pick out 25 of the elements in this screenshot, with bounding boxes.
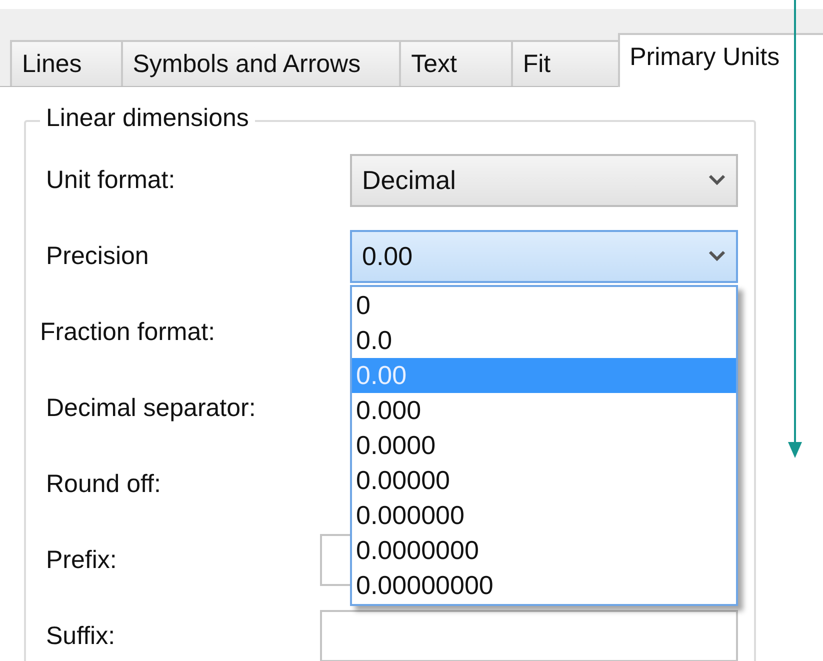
tab[interactable]: Primary Units bbox=[618, 33, 823, 87]
dropdown-option[interactable]: 0.0 bbox=[352, 322, 736, 358]
tab[interactable]: Text bbox=[399, 40, 513, 86]
text-field[interactable] bbox=[320, 610, 738, 661]
dropdown[interactable]: Decimal bbox=[350, 154, 738, 206]
tab[interactable]: Fit bbox=[510, 40, 620, 86]
dropdown-option[interactable]: 0.000000 bbox=[352, 498, 736, 532]
chevron-down-icon bbox=[708, 250, 726, 262]
field-label: Precision bbox=[46, 242, 150, 270]
dropdown-option[interactable]: 0 bbox=[352, 288, 736, 322]
field-label: Decimal separator: bbox=[46, 394, 257, 422]
dropdown[interactable]: 0.00 bbox=[350, 230, 738, 282]
field-label: Suffix: bbox=[46, 622, 116, 650]
tab[interactable]: Lines bbox=[10, 40, 123, 86]
chevron-down-icon bbox=[708, 174, 726, 186]
dropdown-option[interactable]: 0.0000 bbox=[352, 428, 736, 462]
field-label: Unit format: bbox=[46, 166, 176, 194]
dropdown-option[interactable]: 0.00000 bbox=[352, 462, 736, 498]
dropdown-option[interactable]: 0.00000000 bbox=[352, 568, 736, 602]
field-label: Prefix: bbox=[46, 546, 118, 574]
dropdown-option[interactable]: 0.0000000 bbox=[352, 532, 736, 568]
tab[interactable]: Symbols and Arrows bbox=[120, 40, 402, 86]
field-label: Fraction format: bbox=[40, 318, 216, 346]
field-label: Round off: bbox=[46, 470, 162, 498]
dropdown-option[interactable]: 0.000 bbox=[352, 392, 736, 428]
